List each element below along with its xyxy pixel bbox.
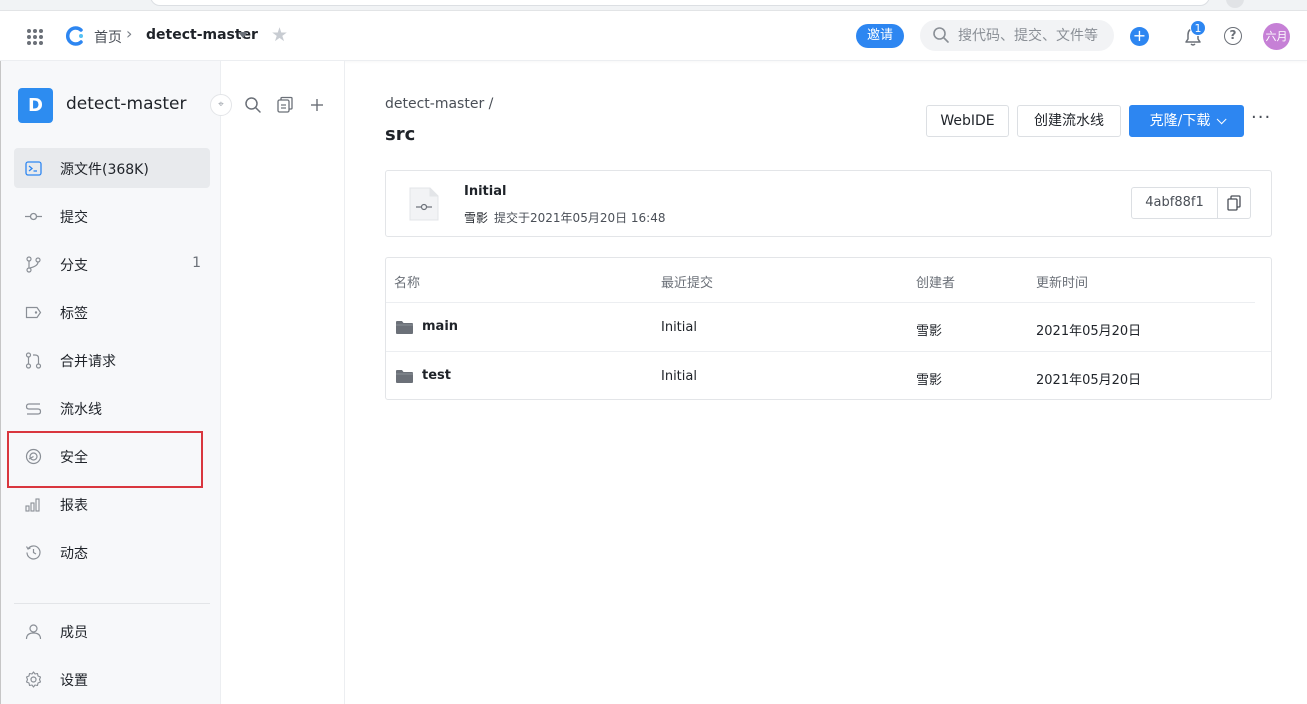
shield-icon bbox=[25, 448, 42, 465]
sidebar-item-settings[interactable]: 设置 bbox=[14, 659, 210, 699]
history-icon bbox=[25, 545, 41, 560]
column-header-author: 创建者 bbox=[916, 276, 956, 291]
commit-hash-box: 4abf88f1 bbox=[1131, 187, 1251, 219]
sidebar-item-members[interactable]: 成员 bbox=[14, 611, 210, 651]
project-avatar: D bbox=[18, 88, 53, 123]
clone-download-button[interactable]: 克隆/下载 bbox=[1129, 105, 1244, 137]
avatar[interactable]: 六月 bbox=[1263, 23, 1290, 50]
sidebar-item-label: 成员 bbox=[60, 625, 88, 641]
sidebar-item-merge-requests[interactable]: 合并请求 bbox=[14, 340, 210, 380]
user-icon bbox=[25, 624, 42, 640]
sidebar-item-branches[interactable]: 分支 1 bbox=[14, 244, 210, 284]
file-copy-icon[interactable] bbox=[276, 96, 294, 114]
file-tree-panel bbox=[221, 61, 345, 704]
chevron-down-icon bbox=[1217, 114, 1227, 125]
logo-icon[interactable] bbox=[64, 25, 86, 47]
pipeline-icon bbox=[25, 403, 42, 415]
commit-title[interactable]: Initial bbox=[464, 184, 506, 199]
sidebar-item-tags[interactable]: 标签 bbox=[14, 292, 210, 332]
sidebar-item-label: 安全 bbox=[60, 450, 88, 466]
file-table: 名称 最近提交 创建者 更新时间 main Initial 雪影 2021年05… bbox=[385, 257, 1272, 400]
sidebar-item-label: 流水线 bbox=[60, 402, 102, 418]
chevron-right-icon: › bbox=[126, 24, 133, 43]
sidebar-item-label: 源文件(368K) bbox=[60, 162, 149, 178]
more-icon[interactable]: ··· bbox=[1251, 109, 1270, 127]
column-header-name: 名称 bbox=[394, 276, 421, 291]
sidebar-item-label: 报表 bbox=[60, 498, 88, 514]
table-row[interactable]: test Initial 雪影 2021年05月20日 bbox=[386, 352, 1271, 401]
page-title: src bbox=[385, 124, 416, 145]
commit-meta: 雪影 提交于2021年05月20日 16:48 bbox=[464, 209, 666, 226]
plus-circle-icon[interactable]: + bbox=[1130, 27, 1149, 46]
invite-button[interactable]: 邀请 bbox=[856, 24, 904, 48]
chart-icon bbox=[25, 498, 40, 512]
help-icon[interactable]: ? bbox=[1224, 27, 1242, 45]
commit-hash[interactable]: 4abf88f1 bbox=[1132, 188, 1218, 218]
browser-button[interactable] bbox=[1226, 0, 1244, 8]
branch-icon bbox=[26, 256, 41, 273]
table-row[interactable]: main Initial 雪影 2021年05月20日 bbox=[386, 303, 1271, 352]
commit-author: 雪影 bbox=[464, 211, 489, 225]
column-header-commit: 最近提交 bbox=[661, 276, 714, 291]
merge-request-icon bbox=[25, 352, 42, 369]
address-bar[interactable] bbox=[150, 0, 1210, 6]
sidebar-item-source[interactable]: 源文件(368K) bbox=[14, 148, 210, 188]
sidebar-item-label: 标签 bbox=[60, 306, 88, 322]
sidebar: D detect-master ⌖ 源文件(368K) 提交 分支 1 标签 合… bbox=[0, 61, 232, 704]
plus-icon[interactable] bbox=[308, 96, 326, 114]
file-name-link[interactable]: main bbox=[422, 319, 458, 334]
tag-icon bbox=[25, 306, 42, 319]
commit-icon bbox=[25, 212, 42, 221]
clone-label: 克隆/下载 bbox=[1149, 113, 1211, 129]
row-author: 雪影 bbox=[916, 373, 943, 388]
caret-down-icon[interactable] bbox=[238, 32, 248, 38]
row-author: 雪影 bbox=[916, 324, 943, 339]
copy-icon[interactable] bbox=[1226, 195, 1242, 211]
sidebar-item-label: 合并请求 bbox=[60, 354, 116, 370]
sidebar-item-activity[interactable]: 动态 bbox=[14, 532, 210, 572]
main-content: detect-master / src WebIDE 创建流水线 克隆/下载 ·… bbox=[345, 61, 1307, 704]
row-time: 2021年05月20日 bbox=[1036, 373, 1142, 388]
search-icon bbox=[933, 27, 949, 43]
breadcrumb-home[interactable]: 首页 bbox=[94, 27, 122, 47]
commit-file-icon bbox=[409, 187, 439, 221]
notification-badge: 1 bbox=[1190, 20, 1206, 36]
commit-time: 提交于2021年05月20日 16:48 bbox=[494, 211, 666, 225]
branch-count: 1 bbox=[192, 255, 201, 271]
folder-icon bbox=[396, 370, 413, 383]
sidebar-item-label: 提交 bbox=[60, 210, 88, 226]
sidebar-item-commits[interactable]: 提交 bbox=[14, 196, 210, 236]
sidebar-item-label: 动态 bbox=[60, 546, 88, 562]
divider bbox=[14, 603, 210, 604]
create-pipeline-button[interactable]: 创建流水线 bbox=[1017, 105, 1121, 137]
sidebar-item-label: 分支 bbox=[60, 258, 88, 274]
star-icon[interactable]: ★ bbox=[271, 26, 288, 45]
sidebar-item-reports[interactable]: 报表 bbox=[14, 484, 210, 524]
apps-grid-icon[interactable] bbox=[27, 29, 43, 45]
browser-strip bbox=[0, 0, 1307, 11]
pin-icon[interactable]: ⌖ bbox=[210, 94, 232, 116]
row-commit[interactable]: Initial bbox=[661, 369, 697, 384]
terminal-icon bbox=[25, 161, 42, 176]
top-header: 首页 › detect-master ★ 邀请 + 1 ? 六月 bbox=[0, 11, 1307, 61]
sidebar-item-label: 设置 bbox=[60, 673, 88, 689]
search-icon[interactable] bbox=[244, 96, 262, 114]
gear-icon bbox=[25, 671, 42, 688]
row-time: 2021年05月20日 bbox=[1036, 324, 1142, 339]
latest-commit-card: Initial 雪影 提交于2021年05月20日 16:48 4abf88f1 bbox=[385, 170, 1272, 237]
sidebar-item-pipelines[interactable]: 流水线 bbox=[14, 388, 210, 428]
file-name-link[interactable]: test bbox=[422, 368, 451, 383]
project-name: detect-master bbox=[66, 94, 187, 114]
global-search[interactable] bbox=[920, 20, 1114, 51]
sidebar-item-security[interactable]: 安全 bbox=[14, 436, 210, 476]
search-input[interactable] bbox=[958, 25, 1108, 46]
column-header-time: 更新时间 bbox=[1036, 276, 1089, 291]
folder-icon bbox=[396, 321, 413, 334]
path-breadcrumb[interactable]: detect-master / bbox=[385, 96, 493, 112]
webide-button[interactable]: WebIDE bbox=[926, 105, 1009, 137]
row-commit[interactable]: Initial bbox=[661, 320, 697, 335]
